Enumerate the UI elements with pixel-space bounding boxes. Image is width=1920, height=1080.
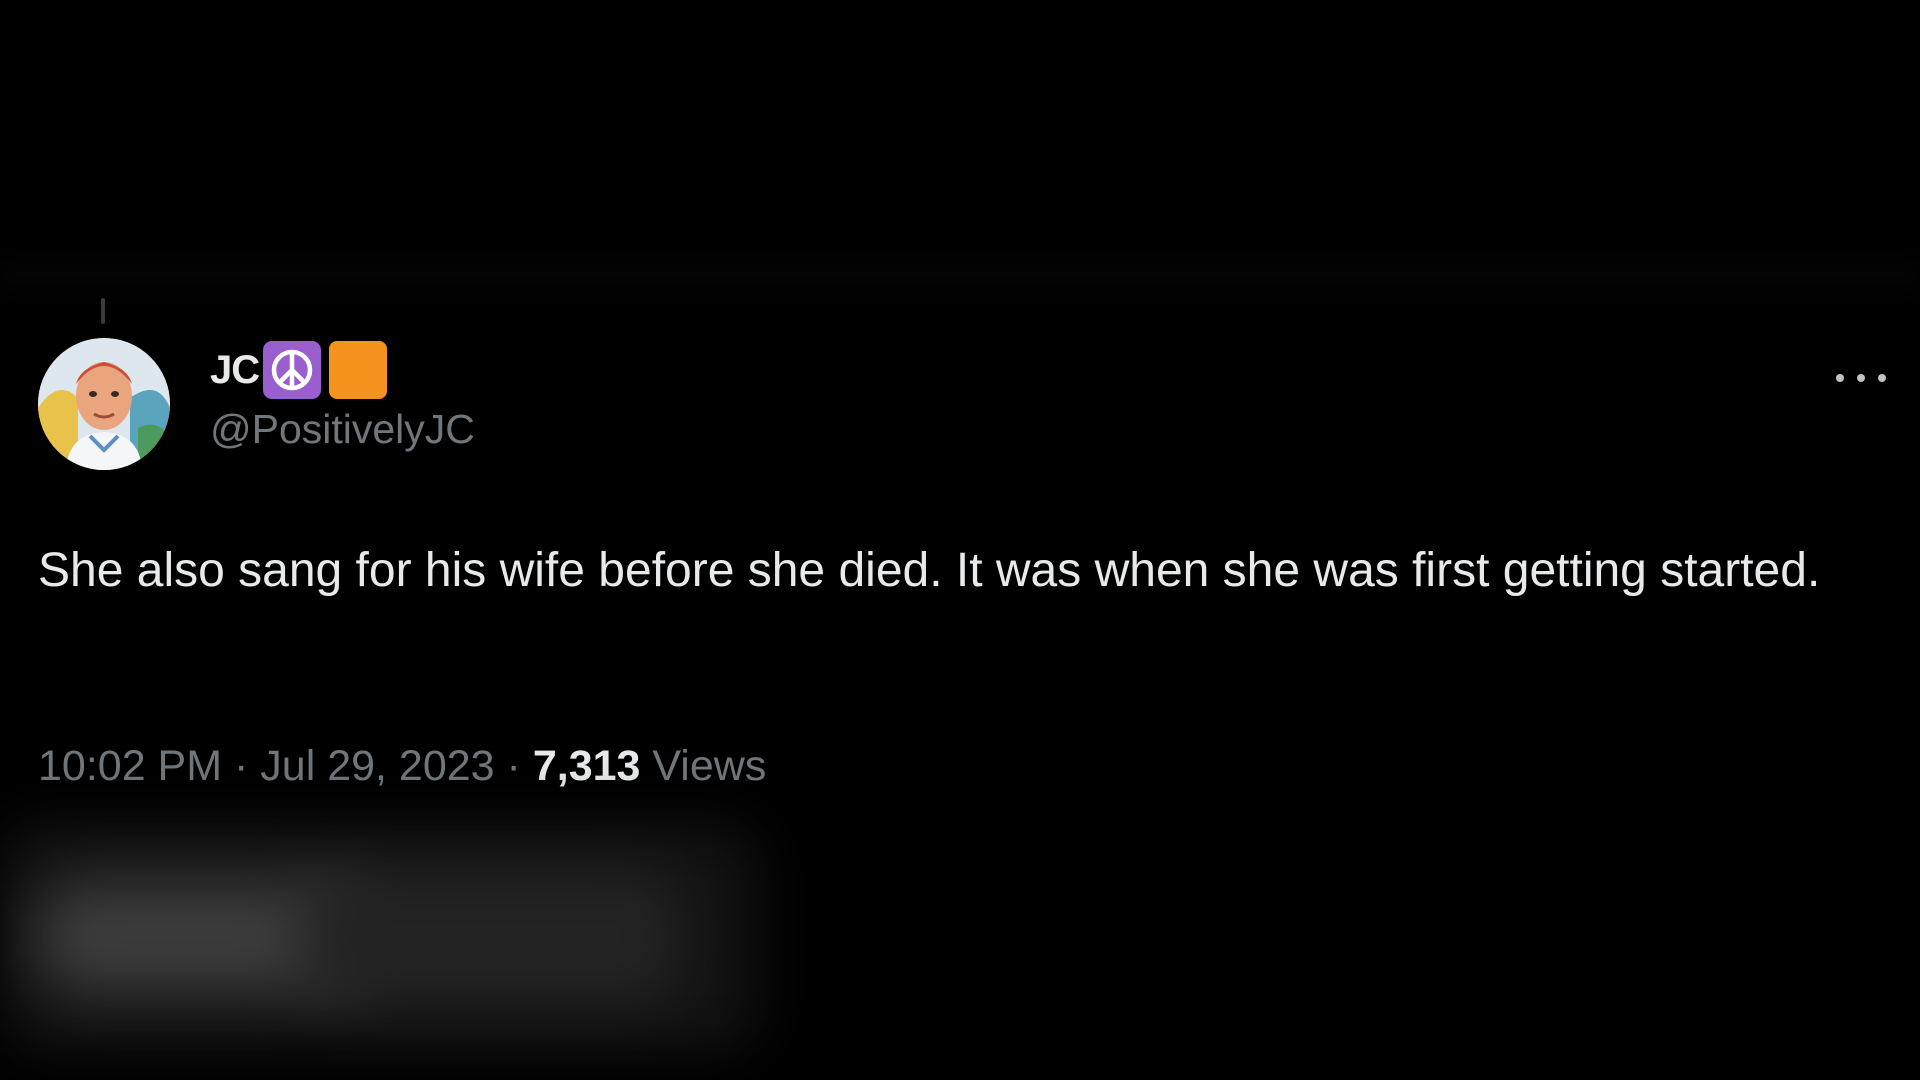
tweet-metadata: 10:02 PM · Jul 29, 2023 · 7,313 Views	[38, 742, 766, 791]
blurred-element	[0, 822, 760, 1052]
tweet-card: JC @PositivelyJC She also sang for his w…	[0, 262, 1920, 822]
tweet-date[interactable]: Jul 29, 2023	[260, 742, 494, 790]
meta-separator: ·	[506, 742, 533, 790]
top-dark-band	[0, 0, 1920, 262]
avatar-portrait-image	[38, 338, 170, 470]
display-name-row[interactable]: JC	[210, 341, 475, 399]
blurred-content-area	[0, 822, 1920, 1080]
views-label: Views	[652, 742, 767, 790]
author-block: JC @PositivelyJC	[210, 341, 475, 453]
orange-square-icon	[329, 341, 388, 399]
meta-separator: ·	[234, 742, 261, 790]
ellipsis-icon[interactable]	[1836, 366, 1886, 390]
peace-symbol-icon	[263, 341, 322, 399]
user-handle[interactable]: @PositivelyJC	[210, 406, 475, 453]
tweet-time[interactable]: 10:02 PM	[38, 742, 222, 790]
avatar[interactable]	[38, 338, 170, 470]
display-name[interactable]: JC	[210, 348, 260, 393]
views-count[interactable]: 7,313	[533, 742, 641, 790]
tweet-text: She also sang for his wife before she di…	[38, 544, 1821, 597]
